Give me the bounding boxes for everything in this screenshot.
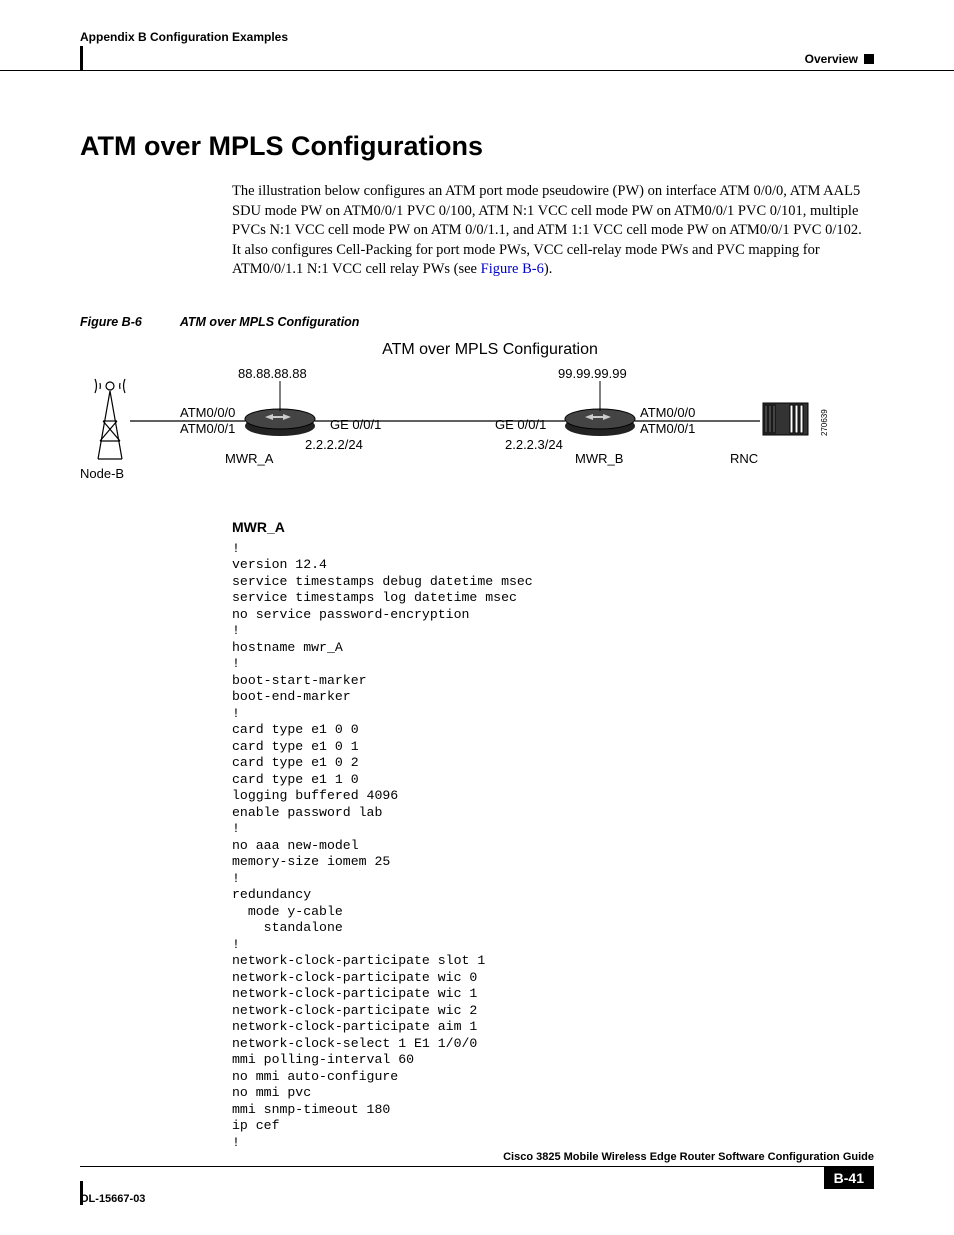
figure-caption: Figure B-6 ATM over MPLS Configuration [80, 315, 874, 329]
label-sub-b: 2.2.2.3/24 [505, 437, 563, 452]
label-b-atm00: ATM0/0/0 [640, 405, 695, 420]
page-footer: Cisco 3825 Mobile Wireless Edge Router S… [80, 1151, 874, 1205]
figure-number: Figure B-6 [80, 315, 142, 329]
label-a-ge: GE 0/0/1 [330, 417, 381, 432]
header-mark-icon [864, 54, 874, 64]
label-ip-b: 99.99.99.99 [558, 366, 627, 381]
label-mwr-a: MWR_A [225, 451, 273, 466]
sub-heading-mwr-a: MWR_A [232, 519, 874, 535]
network-diagram: ATM over MPLS Configuration [80, 341, 874, 491]
label-node-b: Node-B [80, 466, 124, 481]
config-code: ! version 12.4 service timestamps debug … [232, 541, 874, 1152]
main-heading: ATM over MPLS Configurations [80, 131, 874, 162]
label-a-atm01: ATM0/0/1 [180, 421, 235, 436]
label-sub-a: 2.2.2.2/24 [305, 437, 363, 452]
page-number: B-41 [824, 1167, 874, 1189]
label-fignum: 270639 [820, 409, 829, 436]
page-header: Appendix B Configuration Examples Overvi… [0, 0, 954, 71]
content: ATM over MPLS Configurations The illustr… [0, 131, 954, 1151]
header-left: Appendix B Configuration Examples [80, 30, 288, 66]
label-mwr-b: MWR_B [575, 451, 623, 466]
footer-doc: OL-15667-03 [80, 1193, 145, 1205]
intro-text-2: ). [544, 261, 552, 277]
label-rnc: RNC [730, 451, 758, 466]
figure-title: ATM over MPLS Configuration [180, 315, 360, 329]
label-ip-a: 88.88.88.88 [238, 366, 307, 381]
label-b-atm01: ATM0/0/1 [640, 421, 695, 436]
label-a-atm00: ATM0/0/0 [180, 405, 235, 420]
footer-title: Cisco 3825 Mobile Wireless Edge Router S… [80, 1151, 874, 1166]
label-b-ge: GE 0/0/1 [495, 417, 546, 432]
figure-link[interactable]: Figure B-6 [481, 261, 544, 277]
intro-paragraph: The illustration below configures an ATM… [232, 182, 874, 280]
header-right: Overview [805, 52, 858, 66]
